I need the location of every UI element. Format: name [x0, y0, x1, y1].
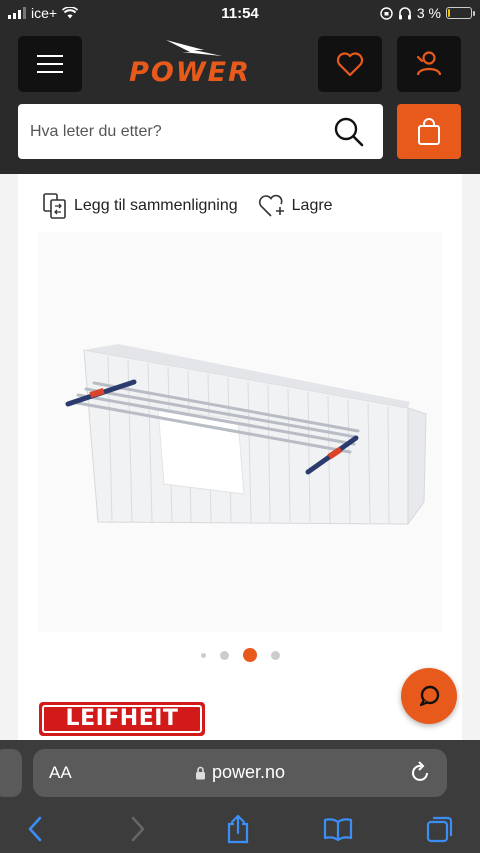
chat-button[interactable] [401, 668, 457, 724]
hamburger-icon [37, 49, 63, 79]
chat-bubble-icon [419, 685, 440, 707]
status-bar: ice+ 11:54 3 % [0, 0, 480, 26]
save-label: Lagre [291, 197, 333, 214]
heart-icon [336, 52, 364, 77]
lock-icon [195, 766, 205, 779]
menu-button[interactable] [18, 36, 82, 92]
wishlist-button[interactable] [318, 36, 382, 92]
product-image[interactable] [38, 232, 442, 632]
forward-button[interactable] [123, 814, 153, 844]
heart-plus-icon [258, 194, 284, 217]
gallery-dot[interactable] [242, 648, 257, 662]
back-button[interactable] [20, 814, 50, 844]
book-icon [323, 818, 353, 841]
account-button[interactable] [397, 36, 461, 92]
gallery-pagination [18, 648, 462, 662]
product-content: Legg til sammenligning Lagre LEIFHEIT [18, 174, 462, 740]
bookmarks-button[interactable] [323, 814, 353, 844]
chevron-right-icon [131, 816, 145, 842]
battery-percent: 3 % [416, 5, 441, 21]
share-button[interactable] [223, 814, 253, 844]
address-bar[interactable]: AA power.no [33, 749, 447, 797]
compare-label: Legg til sammenligning [74, 197, 238, 214]
tabs-button[interactable] [425, 814, 455, 844]
gallery-dot[interactable] [219, 650, 229, 660]
tabs-icon [426, 816, 453, 843]
compare-icon [43, 193, 66, 219]
site-header: POWER [0, 26, 480, 174]
save-action[interactable]: Lagre [258, 194, 333, 218]
gallery-dot[interactable] [270, 650, 280, 660]
search-input[interactable] [18, 104, 318, 159]
battery-icon [446, 7, 475, 19]
radiator-dryer-image [65, 344, 427, 526]
compare-action[interactable]: Legg til sammenligning [42, 192, 238, 220]
reload-icon[interactable] [411, 761, 431, 783]
previous-tab-peek[interactable] [0, 749, 22, 797]
user-icon [416, 51, 442, 76]
orientation-lock-icon [380, 6, 393, 20]
browser-bottom-bar: AA power.no [0, 740, 480, 853]
shopping-bag-icon [418, 117, 440, 145]
cart-button[interactable] [397, 104, 461, 159]
headphones-icon [398, 6, 411, 19]
power-logo[interactable]: POWER [100, 38, 280, 88]
brand-logo[interactable]: LEIFHEIT [39, 702, 205, 736]
url-text: power.no [211, 762, 286, 782]
logo-arrow-icon [166, 40, 222, 56]
search-box [18, 104, 383, 159]
chevron-left-icon [28, 816, 42, 842]
share-icon [227, 814, 249, 844]
gallery-dot[interactable] [200, 652, 206, 658]
search-icon[interactable] [333, 116, 365, 148]
